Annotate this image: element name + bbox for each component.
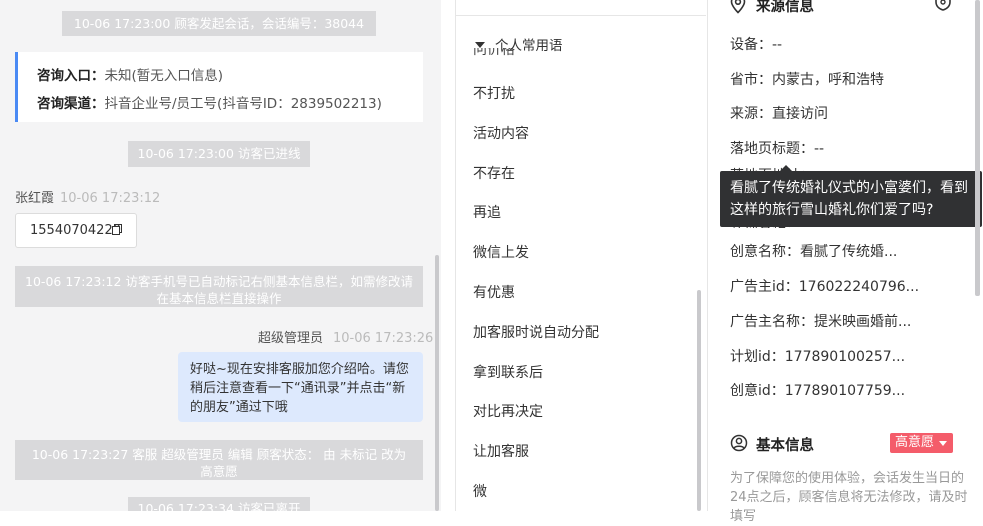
basic-info-title: 基本信息 — [756, 438, 814, 454]
chat-scrollbar[interactable] — [435, 255, 439, 511]
phrase-item[interactable]: 活动内容 — [473, 123, 529, 143]
phrase-item[interactable]: 让加客服 — [473, 441, 529, 461]
phrase-item[interactable]: 对比再决定 — [473, 401, 543, 421]
status-change-notice: 10-06 17:23:27 客服 超级管理员 编辑 顾客状态： 由 未标记 改… — [15, 440, 423, 480]
column-divider — [455, 0, 456, 511]
source-advertiser-id[interactable]: 广告主id：176022240796... — [730, 276, 919, 296]
copy-icon[interactable] — [112, 224, 122, 235]
caret-down-icon — [939, 441, 947, 446]
chat-panel: 10-06 17:23:00 顾客发起会话，会话编号：38044 咨询入口：未知… — [0, 0, 441, 511]
phrases-scrollbar[interactable] — [697, 290, 701, 511]
customer-phone-message: 15540704220 — [15, 213, 137, 248]
intent-status-label: 高意愿 — [895, 435, 935, 450]
source-plan-id[interactable]: 计划id：177890100257... — [730, 346, 905, 366]
column-divider — [707, 0, 708, 511]
customer-phone-text: 15540704220 — [30, 223, 121, 238]
customer-name: 张红霞 — [15, 191, 55, 206]
source-creative-name[interactable]: 创意名称：看腻了传统婚... — [730, 241, 897, 261]
source-landing-title: 落地页标题：-- — [730, 141, 825, 157]
consult-channel-label: 咨询渠道： — [37, 96, 105, 112]
source-info-title: 来源信息 — [756, 0, 814, 15]
visitor-entered-notice: 10-06 17:23:00 访客已进线 — [128, 141, 310, 167]
phrase-item[interactable]: 不打扰 — [473, 83, 515, 103]
location-pin-icon — [730, 0, 746, 14]
source-creative-id[interactable]: 创意id：177890107759... — [730, 380, 905, 400]
agent-name: 超级管理员 — [258, 331, 324, 346]
consult-channel-value: 抖音企业号/员工号(抖音号ID：2839502213) — [104, 96, 382, 112]
phrase-item[interactable]: 有优惠 — [473, 282, 515, 302]
intent-status-dropdown[interactable]: 高意愿 — [890, 433, 953, 453]
shield-icon[interactable] — [933, 0, 953, 11]
consult-channel-row: 咨询渠道：抖音企业号/员工号(抖音号ID：2839502213) — [37, 92, 382, 112]
consult-info-card: 咨询入口：未知(暂无入口信息) 咨询渠道：抖音企业号/员工号(抖音号ID：283… — [15, 52, 423, 122]
source-origin: 来源：直接访问 — [730, 106, 828, 122]
customer-message-header: 张红霞 10-06 17:23:12 — [15, 187, 160, 206]
consult-entry-value: 未知(暂无入口信息) — [104, 68, 224, 84]
phrase-item[interactable]: 拿到联系后 — [473, 362, 543, 382]
edit-deadline-note: 为了保障您的使用体验，会话发生当日的24点之后，顾客信息将无法修改，请及时填写 — [730, 471, 968, 524]
source-advertiser-name[interactable]: 广告主名称：提米映画婚前... — [730, 311, 911, 331]
phone-auto-marked-notice: 10-06 17:23:12 访客手机号已自动标记右侧基本信息栏，如需修改请在基… — [15, 266, 423, 307]
consult-entry-label: 咨询入口： — [37, 68, 105, 84]
phrase-item[interactable]: 微信上发 — [473, 242, 529, 262]
phrase-item[interactable]: 加客服时说自动分配 — [473, 322, 599, 342]
info-scrollbar[interactable] — [975, 0, 980, 296]
session-start-notice: 10-06 17:23:00 顾客发起会话，会话编号：38044 — [62, 11, 376, 36]
source-province: 省市：内蒙古，呼和浩特 — [730, 72, 884, 88]
phrase-item[interactable]: 再追 — [473, 202, 501, 222]
user-circle-icon — [730, 434, 748, 452]
agent-message-bubble: 好哒~现在安排客服加您介绍哈。请您稍后注意查看一下“通讯录”并点击“新的朋友”通… — [178, 352, 423, 422]
visitor-left-notice: 10-06 17:23:34 访客已离开 — [128, 497, 310, 511]
source-device: 设备：-- — [730, 37, 783, 53]
consult-entry-row: 咨询入口：未知(暂无入口信息) — [37, 64, 223, 84]
phrases-top-divider — [456, 15, 706, 16]
agent-message-time: 10-06 17:23:26 — [333, 331, 434, 346]
phrase-item-clipped[interactable]: 问价格 — [473, 48, 515, 59]
phrase-item[interactable]: 微 — [473, 481, 487, 501]
phrase-item[interactable]: 不存在 — [473, 163, 515, 183]
agent-message-header: 超级管理员 10-06 17:23:26 — [258, 327, 433, 346]
plan-name-tooltip: 看腻了传统婚礼仪式的小富婆们，看到这样的旅行雪山婚礼你们爱了吗? — [720, 171, 982, 227]
customer-message-time: 10-06 17:23:12 — [60, 191, 161, 206]
